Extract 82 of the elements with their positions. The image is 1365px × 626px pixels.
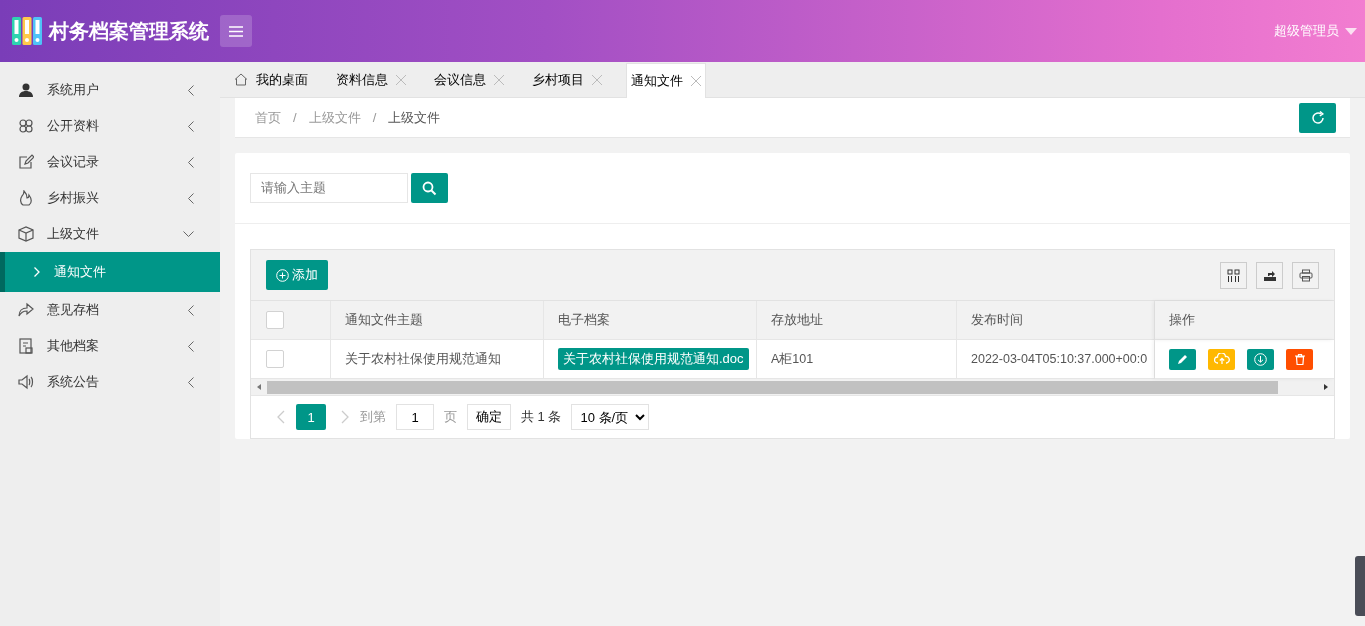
download-circle-icon (1254, 352, 1267, 366)
horizontal-scrollbar[interactable] (251, 379, 1334, 396)
tab[interactable]: 会议信息 (420, 62, 518, 97)
delete-button[interactable] (1286, 348, 1313, 370)
app-title: 村务档案管理系统 (49, 18, 209, 44)
sidebar-subitem[interactable]: 通知文件 (0, 252, 220, 292)
print-icon (1298, 268, 1313, 282)
chevron-right-icon (34, 267, 40, 277)
sidebar-item[interactable]: 系统公告 (0, 364, 220, 400)
add-button[interactable]: 添加 (266, 260, 328, 290)
column-header: 发布时间 (957, 301, 1155, 340)
close-icon[interactable] (592, 74, 602, 85)
document-icon (18, 338, 34, 354)
flame-icon (18, 190, 34, 206)
sidebar-item[interactable]: 意见存档 (0, 292, 220, 328)
level-meter-drawing (1355, 556, 1365, 616)
sidebar-item[interactable]: 其他档案 (0, 328, 220, 364)
download-button[interactable] (1247, 348, 1274, 370)
menu-toggle-button[interactable] (220, 15, 252, 47)
sidebar-item[interactable]: 会议记录 (0, 144, 220, 180)
breadcrumb-separator: / (372, 110, 377, 125)
refresh-button[interactable] (1299, 102, 1336, 133)
edit-button[interactable] (1169, 348, 1196, 370)
columns-icon (1227, 268, 1240, 282)
column-header: 电子档案 (544, 301, 757, 340)
caret-icon (1345, 27, 1357, 35)
tab[interactable]: 乡村项目 (518, 62, 616, 97)
close-icon[interactable] (691, 76, 701, 86)
chevron-left-icon (187, 120, 194, 132)
pencil-icon (1177, 353, 1188, 365)
chevron-left-icon (187, 156, 194, 168)
sidebar-item[interactable]: 乡村振兴 (0, 180, 220, 216)
file-link[interactable]: 关于农村社保使用规范通知.doc (558, 348, 749, 370)
chevron-left-icon (187, 340, 194, 352)
columns-button[interactable] (1220, 261, 1247, 289)
column-header: 操作 (1155, 301, 1334, 340)
breadcrumb-link[interactable]: 上级文件 (388, 108, 441, 127)
confirm-button[interactable]: 确定 (467, 404, 511, 430)
page-number[interactable]: 1 (296, 404, 326, 430)
tab[interactable]: 我的桌面 (220, 62, 322, 97)
chevron-left-icon (187, 192, 194, 204)
search-button[interactable] (411, 173, 448, 203)
print-button[interactable] (1292, 261, 1319, 289)
sidebar-item[interactable]: 上级文件 (0, 216, 220, 252)
chevron-left-icon (187, 84, 194, 96)
chevron-left-icon (187, 376, 194, 388)
menu-icon (229, 25, 243, 37)
refresh-icon (1310, 110, 1325, 125)
export-button[interactable] (1256, 261, 1283, 289)
total-count: 共 1 条 (521, 408, 562, 426)
flower-icon (18, 118, 34, 134)
goto-label: 到第 (360, 408, 386, 426)
share-icon (18, 302, 34, 318)
cloud-upload-icon (1213, 353, 1230, 365)
upload-button[interactable] (1208, 348, 1235, 370)
chevron-left-icon (187, 304, 194, 316)
search-icon (422, 180, 437, 196)
page-label: 页 (444, 408, 457, 426)
plus-circle-icon (276, 268, 289, 282)
sidebar-item[interactable]: 公开资料 (0, 108, 220, 144)
page-size-select[interactable]: 10 条/页 (571, 404, 650, 430)
checkbox[interactable] (266, 311, 284, 329)
tab[interactable]: 通知文件 (626, 63, 706, 98)
search-field[interactable]: 请输入主题 (250, 173, 408, 203)
edit-icon (18, 154, 34, 170)
speaker-icon (18, 374, 34, 390)
page-input[interactable]: 1 (396, 404, 434, 430)
close-icon[interactable] (396, 74, 406, 85)
export-icon (1262, 268, 1277, 282)
checkbox[interactable] (266, 350, 284, 368)
close-icon[interactable] (494, 74, 504, 85)
trash-icon (1294, 353, 1305, 365)
breadcrumb-separator: / (293, 110, 297, 125)
column-header: 通知文件主题 (331, 301, 544, 340)
column-header: 存放地址 (757, 301, 957, 340)
user-icon (18, 82, 34, 98)
logo-icon (11, 15, 43, 47)
box-icon (18, 226, 34, 242)
home-icon (234, 73, 248, 86)
tab[interactable]: 资料信息 (322, 62, 420, 97)
chevron-down-icon (183, 230, 194, 238)
sidebar-item[interactable]: 系统用户 (0, 72, 220, 108)
